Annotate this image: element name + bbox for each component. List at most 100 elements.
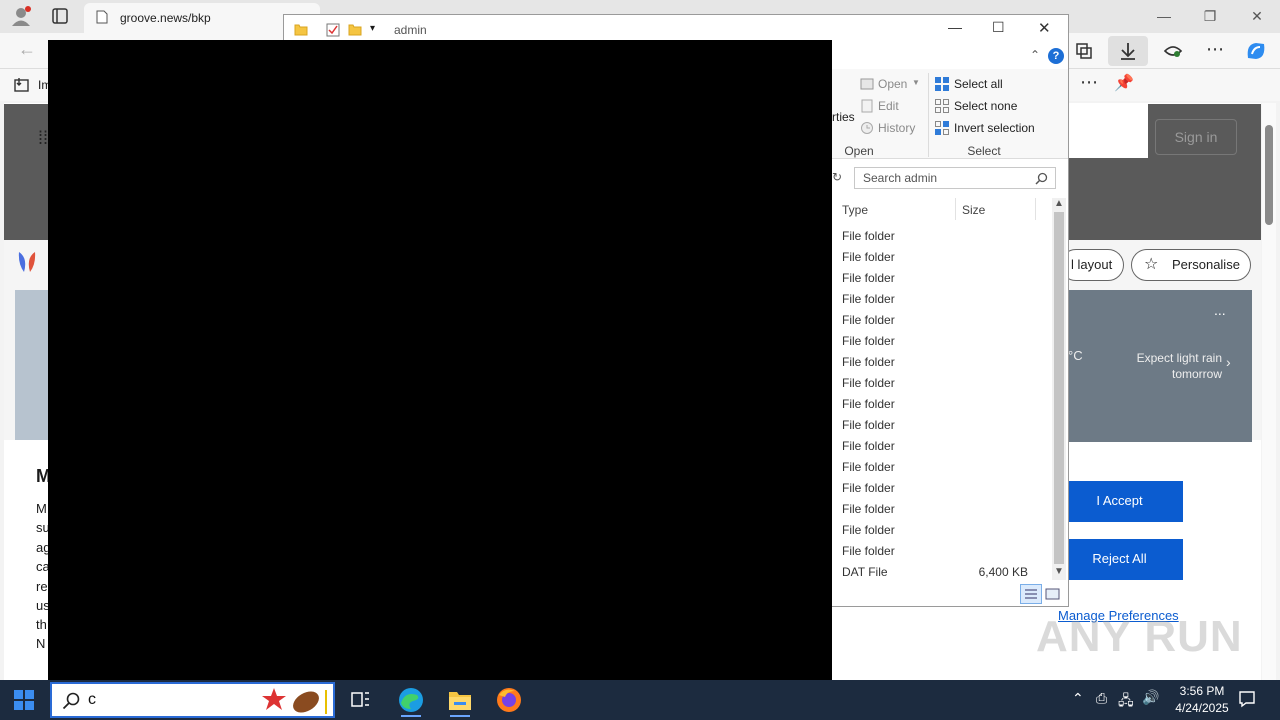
anyrun-watermark: ANY RUN <box>1036 612 1243 661</box>
device-icon[interactable]: ⎙ <box>1096 690 1107 707</box>
page-icon <box>96 10 108 24</box>
notifications-icon[interactable] <box>1238 690 1256 708</box>
tab-actions-icon[interactable] <box>52 8 68 24</box>
clock-time[interactable]: 3:56 PM <box>1172 684 1232 698</box>
invert-selection-button[interactable]: Invert selection <box>954 118 1035 138</box>
row-type: File folder <box>842 397 895 411</box>
table-row[interactable]: File folder <box>842 415 952 436</box>
table-row[interactable]: File folder <box>842 457 952 478</box>
table-row[interactable]: File folder <box>842 520 952 541</box>
volume-icon[interactable]: 🔊 <box>1142 689 1159 706</box>
back-icon[interactable]: ← <box>18 39 36 60</box>
select-none-button[interactable]: Select none <box>954 96 1017 116</box>
row-type: File folder <box>842 250 895 264</box>
refresh-icon[interactable]: ↻ <box>832 170 842 184</box>
explorer-minimize-icon[interactable]: — <box>948 19 962 35</box>
firefox-icon[interactable] <box>489 683 529 717</box>
weather-card[interactable]: ... °C Expect light rain tomorrow › <box>1064 290 1252 442</box>
windows-start-icon[interactable] <box>14 690 34 710</box>
weather-more-icon[interactable]: ... <box>1214 302 1226 318</box>
apps-grid-icon[interactable]: ⁞⁞ <box>38 128 48 149</box>
tab-title: groove.news/bkp <box>120 11 211 25</box>
row-type: File folder <box>842 460 895 474</box>
import-favorites-icon[interactable] <box>14 77 30 93</box>
quick-access-dropdown-icon[interactable]: ▾ <box>370 23 375 34</box>
large-icons-view-icon[interactable] <box>1045 586 1061 602</box>
reject-all-label: Reject All <box>1092 551 1147 566</box>
accept-button[interactable]: I Accept <box>1056 481 1183 522</box>
column-header-size[interactable]: Size <box>962 201 985 219</box>
properties-qa-icon[interactable] <box>326 23 340 37</box>
history-button[interactable]: History <box>878 118 915 138</box>
collections-icon[interactable] <box>1074 41 1094 61</box>
explorer-close-icon[interactable]: ✕ <box>1038 19 1051 37</box>
edge-icon[interactable] <box>391 683 431 717</box>
scroll-down-icon[interactable]: ▼ <box>1054 566 1064 577</box>
scroll-up-icon[interactable]: ▲ <box>1054 198 1064 209</box>
table-row[interactable]: File folder <box>842 394 952 415</box>
row-type: File folder <box>842 271 895 285</box>
copilot-icon[interactable] <box>1244 40 1268 62</box>
cookie-line: re <box>36 579 48 594</box>
table-row[interactable]: File folder <box>842 289 952 310</box>
msn-logo-icon <box>16 250 38 274</box>
explorer-scroll-thumb[interactable] <box>1054 212 1064 564</box>
column-header-type[interactable]: Type <box>842 201 868 219</box>
weather-next-icon[interactable]: › <box>1226 354 1231 370</box>
table-row[interactable]: File folder <box>842 352 952 373</box>
extensions-icon[interactable] <box>1162 41 1184 61</box>
select-all-button[interactable]: Select all <box>954 74 1003 94</box>
taskbar-search-value: c <box>88 691 96 708</box>
sign-in-button[interactable]: Sign in <box>1155 119 1237 155</box>
table-row[interactable]: File folder <box>842 247 952 268</box>
page-layout-button[interactable]: l layout <box>1060 249 1124 281</box>
row-type: File folder <box>842 355 895 369</box>
page-scroll-thumb[interactable] <box>1265 125 1273 225</box>
row-type: File folder <box>842 502 895 516</box>
table-row[interactable]: File folder <box>842 268 952 289</box>
new-folder-qa-icon[interactable] <box>348 23 362 36</box>
table-row[interactable]: File folder <box>842 436 952 457</box>
table-row[interactable]: File folder <box>842 541 952 562</box>
minimize-icon[interactable]: — <box>1152 6 1176 26</box>
table-row[interactable]: File folder <box>842 331 952 352</box>
clock-date[interactable]: 4/24/2025 <box>1166 701 1238 715</box>
profile-icon[interactable] <box>10 5 32 27</box>
sign-in-panel <box>1068 103 1148 158</box>
properties-partial-label[interactable]: rties <box>832 107 855 127</box>
ribbon-collapse-icon[interactable]: ⌃ <box>1030 48 1040 62</box>
table-row[interactable]: File folder <box>842 310 952 331</box>
explorer-search-input[interactable]: Search admin <box>854 167 1056 189</box>
file-explorer-icon[interactable] <box>440 683 480 717</box>
edit-button[interactable]: Edit <box>878 96 899 116</box>
pin-icon[interactable]: 📌 <box>1114 73 1134 93</box>
table-row[interactable]: File folder <box>842 478 952 499</box>
open-dropdown-icon[interactable]: ▼ <box>912 78 920 87</box>
reject-all-button[interactable]: Reject All <box>1056 539 1183 580</box>
help-icon[interactable]: ? <box>1048 48 1064 64</box>
table-row[interactable]: File folder <box>842 226 952 247</box>
sidebar-more-icon[interactable]: ⋯ <box>1080 72 1098 93</box>
details-view-icon[interactable] <box>1020 584 1042 604</box>
accept-label: I Accept <box>1096 493 1143 508</box>
page-scrollbar[interactable] <box>1262 103 1276 680</box>
table-row[interactable]: File folder <box>842 499 952 520</box>
row-type: File folder <box>842 292 895 306</box>
taskbar-search-input[interactable]: c <box>50 682 335 718</box>
more-icon[interactable]: ⋯ <box>1206 39 1224 60</box>
open-button[interactable]: Open <box>878 74 907 94</box>
download-icon[interactable] <box>1108 36 1148 66</box>
search-icon[interactable] <box>1035 172 1048 185</box>
page-layout-label: l layout <box>1071 257 1113 272</box>
folder-icon <box>294 23 308 36</box>
network-icon[interactable]: 🖧 <box>1118 690 1134 714</box>
table-row[interactable]: DAT File <box>842 562 952 583</box>
table-row[interactable]: File folder <box>842 373 952 394</box>
restore-icon[interactable]: ❐ <box>1198 6 1222 26</box>
tray-overflow-icon[interactable]: ⌃ <box>1072 690 1084 707</box>
personalise-button[interactable]: ☆ Personalise <box>1131 249 1251 281</box>
task-view-icon[interactable] <box>340 683 380 717</box>
explorer-maximize-icon[interactable]: ☐ <box>992 19 1005 36</box>
close-icon[interactable]: ✕ <box>1245 6 1269 26</box>
column-divider <box>1035 198 1036 220</box>
